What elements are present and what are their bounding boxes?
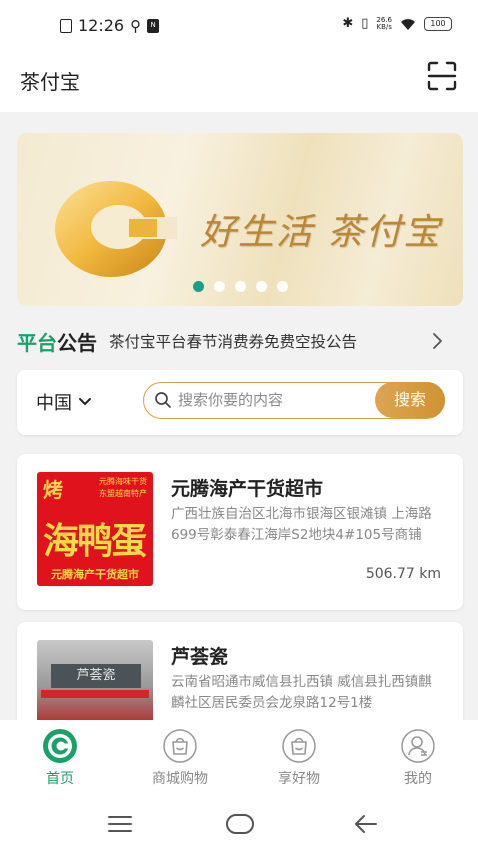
chevron-down-icon (79, 398, 91, 406)
announcement-text[interactable]: 茶付宝平台春节消费券免费空投公告 (109, 330, 357, 352)
sim-icon: N (147, 18, 160, 33)
store-address: 广西壮族自治区北海市银海区银滩镇 上海路699号彰泰春江海岸S2地块4#105号… (171, 506, 432, 543)
store-name: 元腾海产干货超市 (171, 478, 324, 500)
region-selector[interactable]: 中国 (36, 389, 92, 415)
store-image-caption: 元腾海产干货超市 (51, 568, 139, 581)
announcement-label-platform: 平台 (17, 330, 57, 355)
vibrate-icon: ▯ (361, 16, 369, 31)
store-name: 芦荟瓷 (171, 646, 229, 668)
chevron-right-icon[interactable] (427, 331, 447, 351)
nav-label: 我的 (404, 771, 432, 787)
announcement-label-notice: 公告 (57, 330, 97, 355)
store-image-slogan: 元腾海味干货 东盟越南特产 (99, 476, 147, 500)
store-address: 云南省昭通市威信县扎西镇 威信县扎西镇麒麟社区居民委员会龙泉路12号1楼 (171, 674, 432, 711)
store-image[interactable]: 烤 元腾海味干货 东盟越南特产 海鸭蛋 元腾海产干货超市 (37, 472, 153, 586)
carousel-dot[interactable] (235, 281, 246, 292)
store-distance: 506.77 km (365, 566, 441, 582)
carousel-dot[interactable] (277, 281, 288, 292)
status-time: 12:26 (78, 16, 125, 35)
store-image-title: 海鸭蛋 (43, 520, 147, 562)
status-left: 12:26 ⚲ N (60, 16, 160, 35)
carousel-dot[interactable] (193, 281, 204, 292)
scan-icon[interactable] (426, 60, 458, 92)
status-bar: 12:26 ⚲ N ✱ ▯ 26.6 KB/s 100 (0, 0, 478, 52)
nav-shopping[interactable]: 商城购物 (130, 728, 230, 788)
shopping-bag-icon (163, 729, 197, 763)
store-image-text: 烤 (43, 478, 63, 502)
carousel-dot[interactable] (256, 281, 267, 292)
search-box: 搜索 (143, 382, 445, 419)
nav-profile[interactable]: 我的 (368, 728, 468, 788)
nav-home[interactable]: 首页 (10, 728, 110, 788)
store-image-slogan-line: 东盟越南特产 (99, 489, 147, 498)
gift-bag-icon (282, 729, 316, 763)
page-title: 茶付宝 (20, 70, 80, 94)
profile-icon (401, 729, 435, 763)
search-icon (155, 392, 171, 408)
store-image-slogan-line: 元腾海味干货 (99, 477, 147, 486)
promo-banner[interactable]: 好生活 茶付宝 (17, 133, 463, 306)
home-button-icon[interactable] (224, 810, 256, 838)
region-label: 中国 (36, 393, 72, 414)
back-arrow-icon[interactable] (352, 810, 380, 838)
status-right: ✱ ▯ 26.6 KB/s 100 (342, 16, 452, 31)
nav-label: 商城购物 (152, 771, 208, 787)
carousel-dot[interactable] (214, 281, 225, 292)
system-nav-bar (0, 798, 478, 850)
announcement-bar[interactable]: 平台 公告 茶付宝平台春节消费券免费空投公告 (17, 322, 463, 360)
battery-indicator: 100 (424, 16, 452, 31)
carousel-dots (193, 281, 288, 292)
search-input[interactable] (178, 383, 368, 417)
nav-label: 首页 (46, 771, 74, 787)
menu-icon[interactable] (106, 810, 134, 838)
store-image-banner (41, 690, 149, 698)
usb-icon: ⚲ (130, 16, 142, 35)
app-header: 茶付宝 (0, 52, 478, 112)
net-speed: 26.6 KB/s (376, 16, 392, 31)
doc-notification-icon (60, 18, 72, 33)
search-button[interactable]: 搜索 (375, 382, 445, 418)
store-image-sign: 芦荟瓷 (51, 664, 141, 688)
search-card: 中国 搜索 (17, 370, 463, 435)
brand-coin-logo-icon (55, 181, 177, 277)
nav-label: 享好物 (278, 771, 320, 787)
bluetooth-icon: ✱ (342, 16, 354, 31)
home-logo-icon (43, 729, 77, 763)
store-card[interactable]: 烤 元腾海味干货 东盟越南特产 海鸭蛋 元腾海产干货超市 元腾海产干货超市 广西… (17, 454, 463, 610)
nav-good-things[interactable]: 享好物 (249, 728, 349, 788)
wifi-icon (401, 18, 415, 30)
banner-slogan: 好生活 茶付宝 (200, 212, 442, 253)
bottom-nav: 首页 商城购物 享好物 我的 (0, 720, 478, 798)
net-speed-unit: KB/s (376, 22, 392, 31)
